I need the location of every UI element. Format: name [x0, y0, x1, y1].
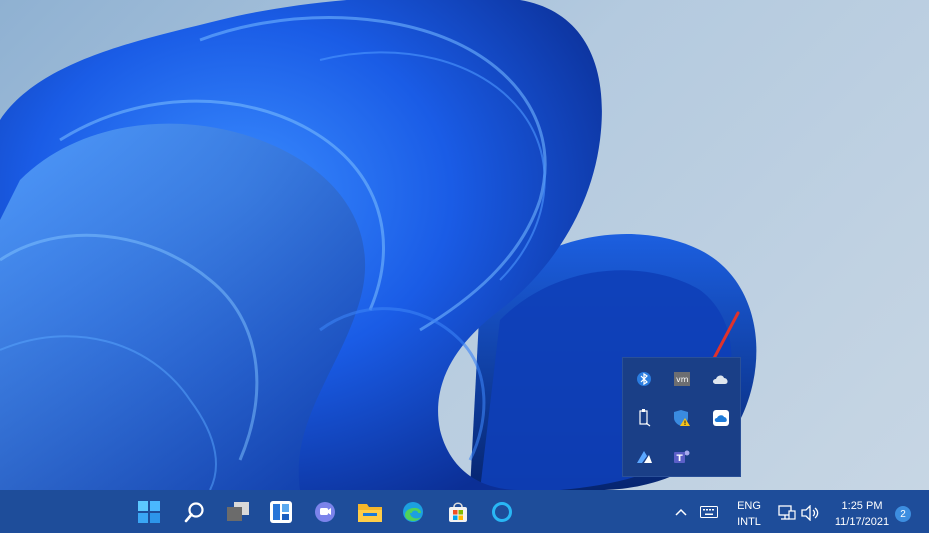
volume-icon[interactable] [801, 504, 819, 525]
svg-text:T: T [677, 454, 684, 464]
keyboard-icon [700, 506, 718, 518]
file-explorer-icon [358, 504, 382, 522]
bloom-wallpaper [0, 0, 757, 490]
file-explorer-button[interactable] [352, 494, 388, 530]
usb-eject-icon[interactable] [625, 399, 663, 437]
edge-button[interactable] [395, 494, 431, 530]
language-code: ENG [737, 500, 761, 512]
teams-icon[interactable]: T [663, 438, 701, 476]
onedrive-icon[interactable] [702, 360, 740, 398]
search-icon [184, 502, 204, 523]
onedrive-personal-icon[interactable] [702, 399, 740, 437]
clock-date: 11/17/2021 [834, 516, 890, 528]
clock[interactable]: 1:25 PM 11/17/2021 [830, 499, 894, 529]
show-hidden-icons-button[interactable] [666, 494, 696, 530]
chevron-up-icon [675, 508, 687, 516]
task-view-button[interactable] [220, 494, 256, 530]
hidden-icons-flyout: vm T [622, 357, 741, 477]
start-button[interactable] [131, 494, 167, 530]
bluetooth-icon[interactable] [625, 360, 663, 398]
teams-chat-icon [315, 502, 335, 522]
widgets-button[interactable] [263, 494, 299, 530]
widgets-icon [270, 501, 292, 523]
network-icon[interactable] [778, 504, 796, 526]
desktop[interactable] [0, 0, 929, 490]
azure-icon[interactable] [625, 438, 663, 476]
search-button[interactable] [177, 494, 213, 530]
vmware-icon[interactable]: vm [663, 360, 701, 398]
notification-badge[interactable]: 2 [895, 506, 911, 522]
task-view-icon [227, 502, 249, 521]
windows-security-warning-icon[interactable] [663, 399, 701, 437]
cortana-button[interactable] [484, 494, 520, 530]
start-icon [138, 501, 160, 523]
clock-time: 1:25 PM [841, 500, 883, 512]
cortana-icon [492, 502, 512, 522]
chat-button[interactable] [307, 494, 343, 530]
edge-icon [403, 502, 423, 522]
keyboard-layout: INTL [737, 516, 761, 528]
touch-keyboard-button[interactable] [694, 494, 724, 530]
store-button[interactable] [440, 494, 476, 530]
svg-text:vm: vm [676, 375, 689, 384]
store-icon [449, 502, 467, 522]
language-indicator[interactable]: ENG INTL [726, 499, 772, 529]
